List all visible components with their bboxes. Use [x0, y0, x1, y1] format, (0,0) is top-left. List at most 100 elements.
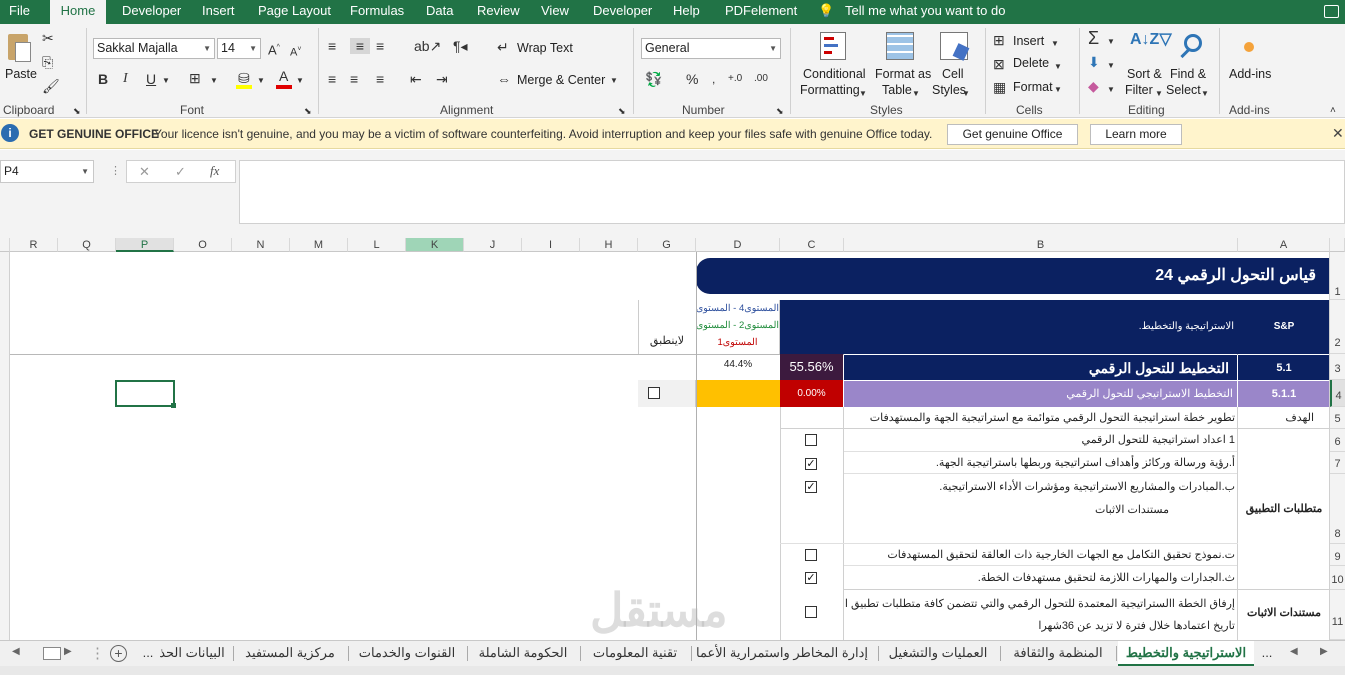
chevron-down-icon[interactable]: ▼: [912, 86, 920, 102]
row-header-9[interactable]: 9: [1330, 544, 1345, 566]
menu-pdfelement[interactable]: PDFelement: [725, 0, 797, 24]
chevron-down-icon[interactable]: ▼: [1155, 86, 1163, 102]
worksheet-grid[interactable]: R Q P O N M L K J I H G D C B A 1 2 3 4 …: [0, 238, 1345, 640]
learn-more-button[interactable]: Learn more: [1090, 124, 1182, 145]
col-header-p[interactable]: P: [116, 238, 174, 252]
enter-check-icon[interactable]: ✓: [175, 164, 186, 180]
menu-insert[interactable]: Insert: [202, 0, 235, 24]
format-as-table-label-1[interactable]: Format as: [875, 67, 931, 81]
fill-handle[interactable]: [171, 403, 176, 408]
tab-organization[interactable]: المنظمة والثقافة: [1002, 641, 1114, 666]
chevron-down-icon[interactable]: ▼: [1107, 82, 1115, 98]
header-sp[interactable]: S&P: [1238, 300, 1330, 354]
accounting-format-icon[interactable]: 💱: [645, 71, 662, 87]
requirements-label[interactable]: متطلبات التطبيق: [1238, 429, 1330, 590]
row3-title[interactable]: التخطيط للتحول الرقمي: [844, 354, 1237, 380]
row-header-6[interactable]: 6: [1330, 429, 1345, 452]
next-sheet-icon[interactable]: ▶: [1320, 646, 1328, 657]
col-header-q[interactable]: Q: [58, 238, 116, 252]
scroll-tabs-left-icon[interactable]: ◀: [12, 646, 20, 657]
col-header-k[interactable]: K: [406, 238, 464, 252]
ribbon-display-icon[interactable]: [1324, 5, 1339, 18]
row3-code[interactable]: 5.1: [1238, 354, 1330, 380]
menu-page-layout[interactable]: Page Layout: [258, 0, 331, 24]
align-bottom-icon[interactable]: ≡: [376, 38, 384, 54]
row6-checkbox[interactable]: [805, 434, 817, 446]
row-header-4[interactable]: 4: [1330, 380, 1345, 407]
orientation-icon[interactable]: ab↗: [414, 38, 441, 54]
row4-level-cell[interactable]: [696, 380, 780, 407]
wrap-text-button[interactable]: Wrap Text: [517, 41, 573, 55]
formula-input[interactable]: [239, 160, 1345, 224]
copy-icon[interactable]: ⎘: [42, 54, 53, 70]
tab-operations[interactable]: العمليات والتشغيل: [880, 641, 996, 666]
row5-label[interactable]: الهدف: [1238, 407, 1330, 429]
col-header-a[interactable]: A: [1238, 238, 1330, 252]
conditional-formatting-label-1[interactable]: Conditional: [803, 67, 866, 81]
cut-icon[interactable]: ✂: [42, 30, 54, 46]
header-not-applicable[interactable]: لاينطبق: [638, 334, 696, 352]
menu-review[interactable]: Review: [477, 0, 520, 24]
tab-beneficiary[interactable]: مركزية المستفيد: [236, 641, 344, 666]
clear-icon[interactable]: ◆: [1088, 78, 1099, 94]
increase-indent-icon[interactable]: ⇥: [436, 71, 448, 87]
tab-data[interactable]: البيانات الحذ: [156, 641, 228, 666]
grow-font-icon[interactable]: A^: [268, 40, 280, 58]
percent-style-button[interactable]: %: [686, 71, 698, 87]
tabs-more-left[interactable]: ...: [140, 641, 156, 666]
row8-text[interactable]: ب.المبادرات والمشاريع الاستراتيجية ومؤشر…: [844, 476, 1237, 498]
chevron-down-icon[interactable]: ▼: [962, 86, 970, 102]
number-format-combo[interactable]: General ▼: [641, 38, 781, 59]
tell-me-search[interactable]: Tell me what you want to do: [845, 0, 1005, 24]
row8-checkbox[interactable]: ✓: [805, 481, 817, 493]
borders-icon[interactable]: ⊞: [189, 70, 201, 86]
col-header-m[interactable]: M: [290, 238, 348, 252]
format-as-table-icon[interactable]: [886, 32, 914, 60]
format-cells-button[interactable]: Format: [1013, 80, 1053, 94]
row-header-11[interactable]: 11: [1330, 590, 1345, 640]
find-select-label-1[interactable]: Find &: [1170, 67, 1206, 81]
align-right-icon[interactable]: ≡: [376, 71, 384, 87]
find-select-label-2[interactable]: Select: [1166, 83, 1201, 97]
cell-styles-icon[interactable]: [940, 32, 970, 61]
tab-risk[interactable]: إدارة المخاطر واستمرارية الأعما: [694, 641, 870, 666]
col-header-r[interactable]: R: [10, 238, 58, 252]
cell-styles-label-2[interactable]: Styles: [932, 83, 966, 97]
underline-button[interactable]: U: [146, 71, 156, 87]
merge-center-button[interactable]: Merge & Center: [517, 73, 605, 87]
format-painter-icon[interactable]: 🖌: [42, 78, 60, 94]
increase-decimal-icon[interactable]: +.0: [728, 71, 742, 87]
fill-icon[interactable]: ⬇: [1088, 54, 1100, 70]
cell-styles-label-1[interactable]: Cell: [942, 67, 964, 81]
conditional-formatting-label-2[interactable]: Formatting: [800, 83, 860, 97]
sort-filter-label-2[interactable]: Filter: [1125, 83, 1153, 97]
sort-filter-label-1[interactable]: Sort &: [1127, 67, 1162, 81]
col-header-c[interactable]: C: [780, 238, 844, 252]
close-icon[interactable]: ✕: [1332, 125, 1344, 142]
chevron-down-icon[interactable]: ▼: [162, 73, 170, 89]
col-header-j[interactable]: J: [464, 238, 522, 252]
menu-home[interactable]: Home: [50, 0, 106, 24]
insert-cells-button[interactable]: Insert: [1013, 34, 1044, 48]
row3-level[interactable]: 44.4%: [696, 354, 780, 380]
italic-button[interactable]: I: [123, 71, 128, 87]
menu-view[interactable]: View: [541, 0, 569, 24]
add-ins-icon[interactable]: [1244, 42, 1254, 52]
paste-icon[interactable]: [6, 32, 34, 64]
tabs-more-right[interactable]: ...: [1258, 641, 1276, 666]
conditional-formatting-icon[interactable]: [820, 32, 846, 60]
col-header-n[interactable]: N: [232, 238, 290, 252]
row7-checkbox[interactable]: ✓: [805, 458, 817, 470]
row-header-1[interactable]: 1: [1330, 252, 1345, 300]
row10-checkbox[interactable]: ✓: [805, 572, 817, 584]
align-left-icon[interactable]: ≡: [328, 71, 336, 87]
sheet-title[interactable]: قياس التحول الرقمي 24: [696, 258, 1330, 294]
row-header-7[interactable]: 7: [1330, 452, 1345, 474]
row-header-5[interactable]: 5: [1330, 407, 1345, 429]
format-as-table-label-2[interactable]: Table: [882, 83, 912, 97]
decrease-decimal-icon[interactable]: .00: [754, 71, 768, 87]
sort-filter-icon[interactable]: A↓Z▽: [1130, 32, 1172, 48]
selected-cell-p4[interactable]: [115, 380, 175, 407]
add-sheet-icon[interactable]: +: [110, 645, 127, 662]
row5-text[interactable]: تطوير خطة استراتيجية التحول الرقمي متوائ…: [780, 407, 1237, 429]
